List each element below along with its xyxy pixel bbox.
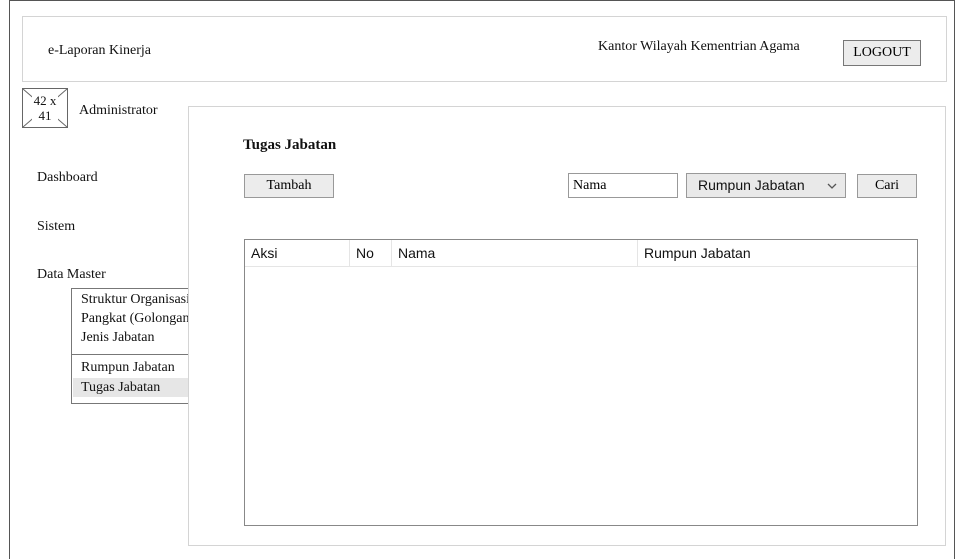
name-search-input[interactable]	[568, 173, 678, 198]
user-name: Administrator	[79, 103, 158, 118]
logout-button[interactable]: LOGOUT	[843, 40, 921, 66]
column-header-nama: Nama	[391, 240, 637, 267]
sidebar-item-sistem[interactable]: Sistem	[37, 219, 75, 235]
office-name: Kantor Wilayah Kementrian Agama	[598, 39, 800, 54]
select-value: Rumpun Jabatan	[698, 177, 805, 193]
avatar-size-label: 42 x 41	[32, 93, 58, 123]
column-header-rumpun-jabatan: Rumpun Jabatan	[637, 240, 917, 267]
avatar: 42 x 41	[22, 88, 68, 128]
table-header: Aksi No Nama Rumpun Jabatan	[245, 240, 917, 267]
sidebar-item-dashboard[interactable]: Dashboard	[37, 170, 98, 186]
avatar-placeholder-text: 42 x 41	[23, 93, 67, 123]
add-button[interactable]: Tambah	[244, 174, 334, 198]
chevron-down-icon	[827, 179, 837, 195]
column-header-aksi: Aksi	[251, 245, 278, 261]
rumpun-jabatan-select[interactable]: Rumpun Jabatan	[686, 173, 846, 198]
search-button[interactable]: Cari	[857, 174, 917, 198]
page-title: Tugas Jabatan	[243, 137, 337, 153]
app-title: e-Laporan Kinerja	[48, 43, 151, 58]
sidebar-item-data-master[interactable]: Data Master	[37, 267, 106, 283]
app-header: e-Laporan Kinerja Kantor Wilayah Kementr…	[22, 16, 947, 82]
column-header-no: No	[349, 240, 391, 267]
data-table: Aksi No Nama Rumpun Jabatan	[244, 239, 918, 526]
